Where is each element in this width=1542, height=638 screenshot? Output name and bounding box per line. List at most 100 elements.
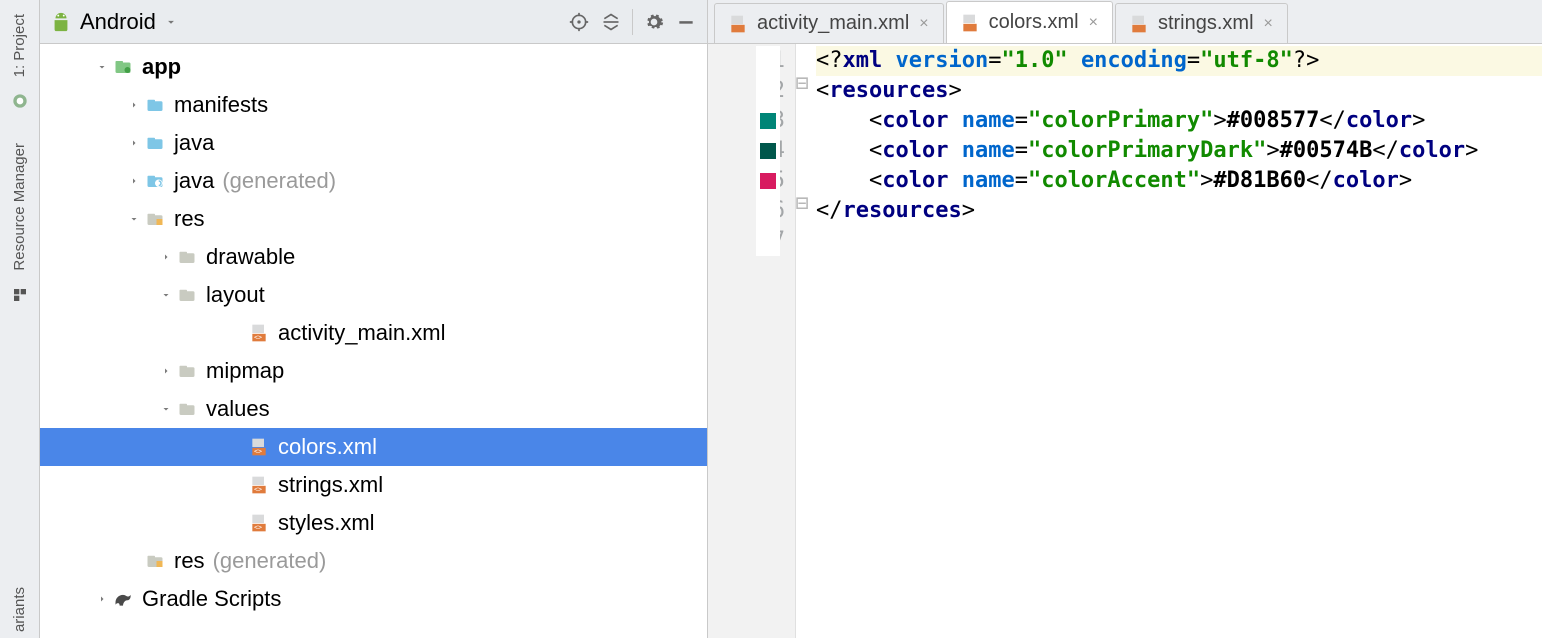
color-swatch-accent[interactable]	[760, 173, 776, 189]
line-number[interactable]: 1	[708, 46, 795, 76]
project-panel: Android app	[40, 0, 708, 638]
line-number[interactable]: 3	[708, 106, 795, 136]
tree-node-values[interactable]: values	[40, 390, 707, 428]
code-line	[816, 226, 1542, 256]
tree-node-strings[interactable]: <> strings.xml	[40, 466, 707, 504]
project-tab-label: 1: Project	[11, 14, 28, 77]
expand-right-icon	[96, 593, 108, 605]
tree-node-manifests[interactable]: manifests	[40, 86, 707, 124]
expand-right-icon	[160, 365, 172, 377]
generated-suffix: (generated)	[222, 168, 336, 194]
color-swatch-primary-dark[interactable]	[760, 143, 776, 159]
tab-activity-main[interactable]: activity_main.xml ×	[714, 3, 944, 43]
project-view-label: Android	[80, 9, 156, 35]
resource-manager-tab-label: Resource Manager	[11, 143, 28, 271]
code-line: <color name="colorPrimary">#008577</colo…	[816, 106, 1542, 136]
toolwindow-build-variants[interactable]: ariants	[9, 581, 30, 638]
folder-icon	[176, 400, 198, 418]
tree-label: java	[174, 130, 214, 156]
tree-label: java	[174, 168, 214, 194]
tree-node-res-generated[interactable]: res (generated)	[40, 542, 707, 580]
folder-icon	[176, 362, 198, 380]
project-view-selector[interactable]: Android	[50, 9, 178, 35]
svg-text:<>: <>	[254, 448, 262, 456]
close-icon[interactable]: ×	[1087, 14, 1100, 32]
tree-node-gradle[interactable]: Gradle Scripts	[40, 580, 707, 618]
tree-node-drawable[interactable]: drawable	[40, 238, 707, 276]
tree-node-mipmap[interactable]: mipmap	[40, 352, 707, 390]
tab-colors[interactable]: colors.xml ×	[946, 1, 1113, 43]
settings-button[interactable]	[643, 11, 665, 33]
tree-label: values	[206, 396, 270, 422]
code-line: <color name="colorPrimaryDark">#00574B</…	[816, 136, 1542, 166]
close-icon[interactable]: ×	[1262, 15, 1275, 33]
tree-node-activity-main[interactable]: <> activity_main.xml	[40, 314, 707, 352]
variants-tab-label: ariants	[11, 587, 28, 632]
xml-file-icon: <>	[248, 513, 270, 533]
code-line: <color name="colorAccent">#D81B60</color…	[816, 166, 1542, 196]
code-line: <?xml version="1.0" encoding="utf-8"?>	[816, 46, 1542, 76]
tree-node-layout[interactable]: layout	[40, 276, 707, 314]
res-folder-icon	[144, 552, 166, 570]
fold-open-icon[interactable]: ⊟	[796, 78, 808, 90]
xml-file-icon: <>	[248, 437, 270, 457]
line-number[interactable]: 6	[708, 196, 795, 226]
xml-file-icon: <>	[248, 475, 270, 495]
code-editor[interactable]: 1 2 3 4 5 6 7 ⊟ ⊟ <?xml vers	[708, 44, 1542, 638]
minimize-icon	[676, 12, 696, 32]
project-tree[interactable]: app manifests java java (generated)	[40, 44, 707, 638]
tree-label: app	[142, 54, 181, 80]
tree-label: res	[174, 206, 205, 232]
expand-right-icon	[128, 175, 140, 187]
gradle-icon	[112, 589, 134, 609]
tree-label: drawable	[206, 244, 295, 270]
tree-node-styles[interactable]: <> styles.xml	[40, 504, 707, 542]
svg-text:<>: <>	[254, 524, 262, 532]
gutter[interactable]: 1 2 3 4 5 6 7	[708, 44, 796, 638]
tree-label: activity_main.xml	[278, 320, 445, 346]
expand-down-icon	[160, 403, 172, 415]
expand-down-icon	[96, 61, 108, 73]
tab-label: strings.xml	[1158, 12, 1254, 35]
tab-label: colors.xml	[989, 11, 1079, 34]
module-icon	[112, 58, 134, 76]
toolwindow-resource-manager[interactable]: Resource Manager	[9, 137, 30, 277]
line-number[interactable]: 4	[708, 136, 795, 166]
collapse-all-button[interactable]	[600, 11, 622, 33]
tree-label: manifests	[174, 92, 268, 118]
expand-right-icon	[128, 99, 140, 111]
fold-close-icon[interactable]: ⊟	[796, 198, 808, 210]
svg-text:<>: <>	[254, 486, 262, 494]
folder-icon	[144, 134, 166, 152]
close-icon[interactable]: ×	[917, 15, 930, 33]
select-opened-file-button[interactable]	[568, 11, 590, 33]
line-number[interactable]: 2	[708, 76, 795, 106]
xml-file-icon	[727, 14, 749, 34]
tab-strings[interactable]: strings.xml ×	[1115, 3, 1288, 43]
svg-text:<>: <>	[254, 334, 262, 342]
editor-tabs: activity_main.xml × colors.xml × strings…	[708, 0, 1542, 44]
project-panel-header: Android	[40, 0, 707, 44]
gear-icon	[644, 12, 664, 32]
line-number[interactable]: 7	[708, 226, 795, 256]
tree-node-java-generated[interactable]: java (generated)	[40, 162, 707, 200]
android-studio-icon	[12, 93, 28, 109]
color-swatch-primary[interactable]	[760, 113, 776, 129]
tree-node-res[interactable]: res	[40, 200, 707, 238]
line-number[interactable]: 5	[708, 166, 795, 196]
tree-label: res	[174, 548, 205, 574]
tree-node-colors[interactable]: <> colors.xml	[40, 428, 707, 466]
xml-file-icon: <>	[248, 323, 270, 343]
code-content[interactable]: <?xml version="1.0" encoding="utf-8"?> <…	[812, 44, 1542, 638]
code-line: <resources>	[816, 76, 1542, 106]
tree-label: layout	[206, 282, 265, 308]
tree-node-java[interactable]: java	[40, 124, 707, 162]
chevron-down-icon	[164, 15, 178, 29]
hide-panel-button[interactable]	[675, 11, 697, 33]
android-icon	[50, 11, 72, 33]
code-line: </resources>	[816, 196, 1542, 226]
expand-down-icon	[128, 213, 140, 225]
expand-down-icon	[160, 289, 172, 301]
toolwindow-project[interactable]: 1: Project	[9, 8, 30, 83]
tree-node-app[interactable]: app	[40, 48, 707, 86]
